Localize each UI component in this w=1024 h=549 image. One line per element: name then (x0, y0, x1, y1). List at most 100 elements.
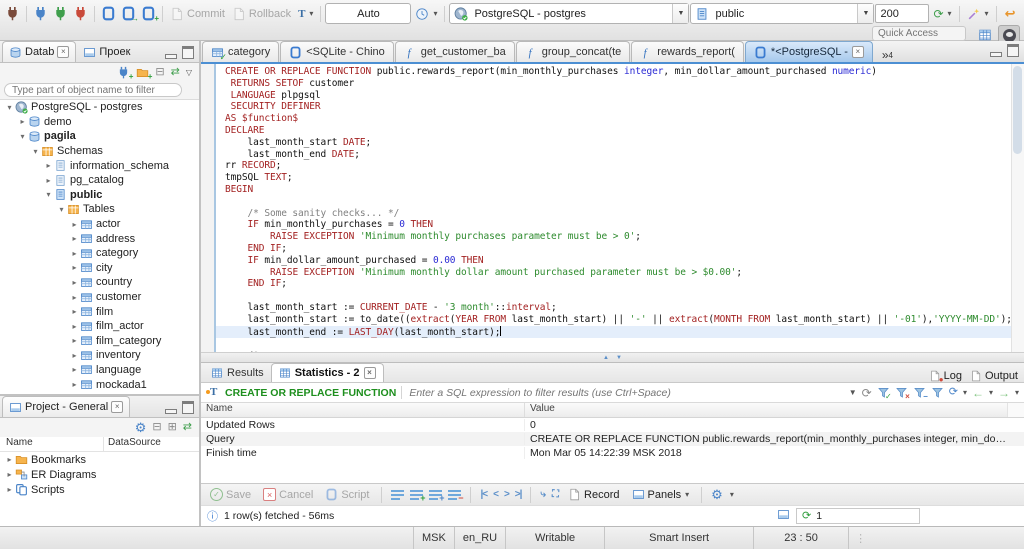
maximize-icon[interactable] (182, 401, 194, 414)
fetch-size-input[interactable] (875, 4, 930, 23)
sql-editor-icon[interactable] (99, 3, 118, 24)
zoom-value-icon[interactable]: ⛶ (552, 489, 559, 500)
recent-sql-editor-icon[interactable]: → (119, 3, 139, 24)
expand-arrow-icon[interactable]: ▸ (69, 234, 80, 243)
collapse-all-icon[interactable]: ⊟ (155, 67, 164, 78)
expand-arrow-icon[interactable]: ▸ (43, 161, 54, 170)
maximize-icon[interactable] (1007, 43, 1019, 57)
expand-arrow-icon[interactable]: ▸ (69, 278, 80, 287)
expand-arrow-icon[interactable]: ▸ (69, 263, 80, 272)
code-line[interactable]: DECLARE (225, 125, 1011, 137)
status-timezone[interactable]: MSK (413, 527, 454, 549)
filter-expression-input[interactable] (407, 385, 844, 400)
tab-projects[interactable]: Проек (76, 41, 137, 62)
stat-row-finish-time[interactable]: Finish time Mon Mar 05 14:22:39 MSK 2018 (201, 446, 1024, 460)
code-line[interactable]: /* Some sanity checks... */ (225, 208, 1011, 220)
link-with-editor-icon[interactable]: ⇄ (171, 67, 180, 78)
status-insert-mode[interactable]: Smart Insert (604, 527, 753, 549)
first-row-icon[interactable]: |< (480, 489, 488, 500)
expand-arrow-icon[interactable]: ▸ (69, 365, 80, 374)
code-line[interactable]: tmpSQL TEXT; (225, 172, 1011, 184)
add-row-icon[interactable]: + (410, 489, 425, 503)
tree-item-schemas[interactable]: ▾ Schemas (0, 144, 199, 159)
record-button[interactable]: Record (565, 484, 622, 505)
filter-history-icon[interactable]: ⟳ (949, 387, 958, 398)
tree-item-film[interactable]: ▸ film (0, 304, 199, 319)
code-line[interactable]: END IF; (225, 278, 1011, 290)
code-line[interactable]: last_month_start DATE; (225, 137, 1011, 149)
sash-down-icon[interactable]: ▼ (616, 355, 622, 361)
expand-arrow-icon[interactable]: ▸ (69, 293, 80, 302)
expand-arrow-icon[interactable]: ▸ (43, 176, 54, 185)
next-row-icon[interactable]: > (504, 489, 510, 500)
collapse-arrow-icon[interactable]: ▾ (30, 147, 41, 156)
tree-item-demo[interactable]: ▸ demo (0, 115, 199, 130)
filter-save-icon[interactable]: ✓ (877, 386, 892, 401)
scrollbar-thumb[interactable] (1013, 66, 1022, 154)
status-writable[interactable]: Writable (505, 527, 604, 549)
column-header-name[interactable]: Name (201, 403, 525, 417)
new-project-folder-button[interactable]: + (136, 66, 152, 81)
connection-selector[interactable]: PostgreSQL - postgres ▼ (449, 3, 690, 24)
view-menu-icon[interactable]: ▽ (186, 68, 192, 77)
tree-item-film-actor[interactable]: ▸ film_actor (0, 319, 199, 334)
stat-row-query[interactable]: Query CREATE OR REPLACE FUNCTION public.r… (201, 432, 1024, 446)
tab-database-navigator[interactable]: Datab × (2, 41, 77, 62)
editor-tab-group-concat-te[interactable]: group_concat(te (515, 41, 631, 62)
minimize-icon[interactable] (990, 51, 1002, 57)
tab-overflow-indicator[interactable]: » 4 (882, 48, 893, 62)
previous-row-icon[interactable]: < (493, 489, 499, 500)
collapse-arrow-icon[interactable]: ▾ (56, 205, 67, 214)
panels-button[interactable]: Panels ▾ (629, 484, 693, 505)
link-with-editor-icon[interactable]: ⇄ (183, 422, 192, 433)
tree-item-address[interactable]: ▸ address (0, 231, 199, 246)
expand-arrow-icon[interactable]: ▸ (69, 322, 80, 331)
column-header-datasource[interactable]: DataSource (103, 437, 199, 451)
code-line[interactable]: RETURNS SETOF customer (225, 78, 1011, 90)
editor-scrollbar[interactable] (1011, 64, 1024, 352)
fetch-prev-icon[interactable]: ← (972, 387, 984, 399)
project-item-bookmarks[interactable]: ▸ Bookmarks (0, 452, 199, 467)
minimize-icon[interactable] (165, 54, 177, 59)
execute-statement-icon[interactable] (1021, 3, 1024, 24)
filter-dropdown-icon[interactable]: ▼ (849, 388, 857, 397)
tree-item-film-category[interactable]: ▸ film_category (0, 334, 199, 349)
code-line[interactable]: END IF; (225, 243, 1011, 255)
tree-item-postgresql-postgres[interactable]: ▾ PostgreSQL - postgres (0, 100, 199, 115)
sql-code-area[interactable]: CREATE OR REPLACE FUNCTION public.reward… (216, 64, 1011, 352)
tree-item-customer[interactable]: ▸ customer (0, 290, 199, 305)
code-line[interactable]: SECURITY DEFINER (225, 101, 1011, 113)
code-line[interactable]: IF min_monthly_purchases = 0 THEN (225, 219, 1011, 231)
minimize-icon[interactable] (165, 409, 177, 414)
code-line[interactable]: AS $function$ (225, 113, 1011, 125)
code-line[interactable]: /* (225, 350, 1011, 352)
collapse-arrow-icon[interactable]: ▾ (4, 103, 15, 112)
expand-all-icon[interactable]: ⊞ (168, 422, 177, 433)
output-button[interactable]: Output (970, 370, 1018, 382)
filter-clear-icon[interactable]: − (913, 386, 928, 401)
cancel-button[interactable]: × Cancel (260, 484, 316, 505)
rollback-button[interactable]: Rollback (229, 3, 294, 24)
column-header-name[interactable]: Name (0, 437, 103, 451)
editor-tab-rewards-report[interactable]: rewards_report( (631, 41, 744, 62)
expand-arrow-icon[interactable]: ▸ (69, 380, 80, 389)
editor-tab-postgresql[interactable]: *<PostgreSQL - × (744, 41, 873, 62)
tab-project-general[interactable]: Project - General × (2, 396, 131, 417)
code-line[interactable] (225, 290, 1011, 302)
expand-arrow-icon[interactable]: ▸ (69, 336, 80, 345)
code-line[interactable]: CREATE OR REPLACE FUNCTION public.reward… (225, 66, 1011, 78)
disconnect-icon[interactable] (71, 3, 90, 24)
connect-icon[interactable] (31, 3, 50, 24)
new-connection-icon[interactable] (3, 3, 22, 24)
fetch-next-icon[interactable]: → (998, 387, 1010, 399)
editor-results-sash[interactable]: ▲ ▼ (201, 352, 1024, 363)
collapse-all-icon[interactable]: ⊟ (152, 422, 161, 433)
refresh-data-button[interactable]: ⟳ ▾ (930, 3, 954, 24)
quick-access-input[interactable] (872, 26, 966, 41)
edit-cell-icon[interactable] (391, 489, 405, 500)
expand-arrow-icon[interactable]: ▸ (69, 307, 80, 316)
panel-toggle-icon[interactable] (777, 508, 790, 524)
code-line[interactable]: rr RECORD; (225, 160, 1011, 172)
mock-data-wand-button[interactable]: ▾ (964, 3, 992, 24)
code-line[interactable]: last_month_start := to_date((extract(YEA… (225, 314, 1011, 326)
